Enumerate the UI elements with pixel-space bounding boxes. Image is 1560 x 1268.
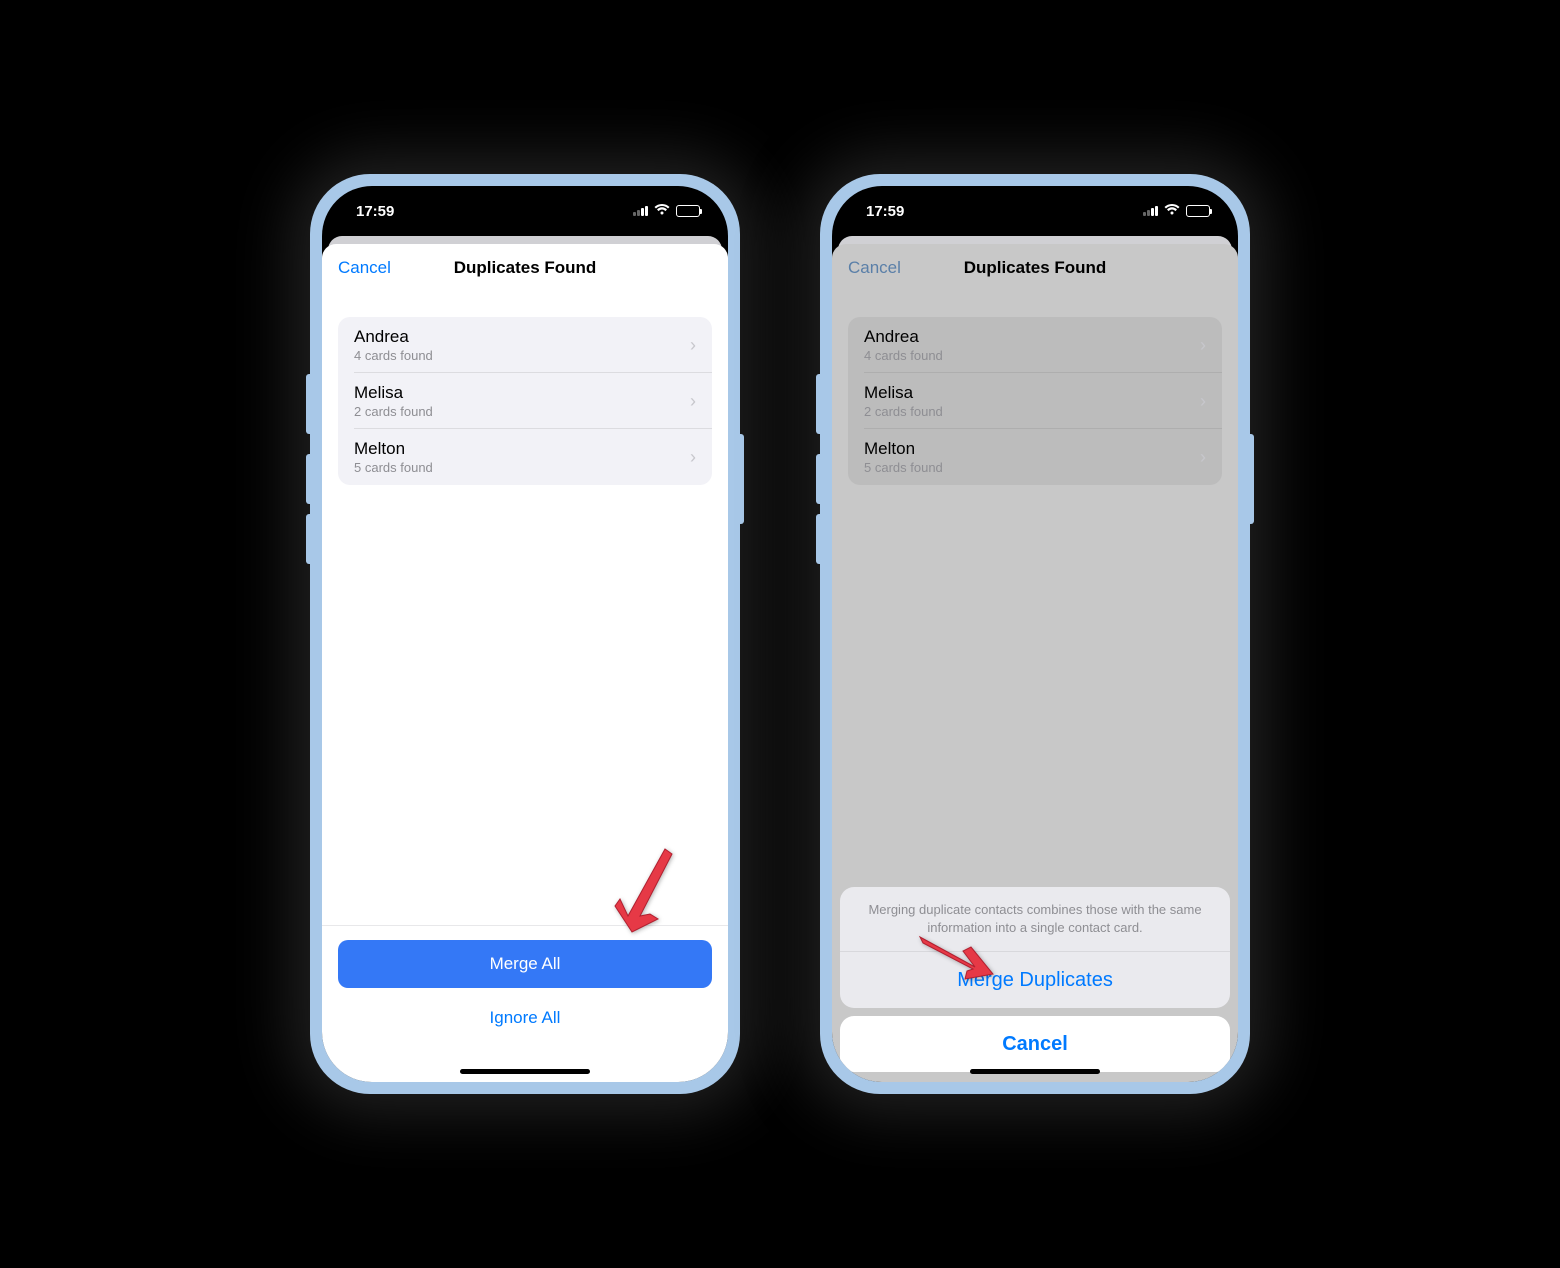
annotation-arrow-icon bbox=[610, 844, 680, 939]
signal-icon bbox=[633, 206, 648, 216]
notch bbox=[960, 186, 1110, 218]
contact-sub: 2 cards found bbox=[354, 404, 433, 419]
wifi-icon bbox=[654, 203, 670, 220]
action-sheet: Merging duplicate contacts combines thos… bbox=[832, 244, 1238, 1082]
action-sheet-message: Merging duplicate contacts combines thos… bbox=[840, 887, 1230, 952]
contact-name: Andrea bbox=[354, 327, 433, 347]
contact-sub: 5 cards found bbox=[354, 460, 433, 475]
list-item[interactable]: Melisa 2 cards found › bbox=[338, 373, 712, 429]
status-time: 17:59 bbox=[356, 203, 394, 220]
nav-bar: Cancel Duplicates Found bbox=[322, 244, 728, 292]
list-item[interactable]: Melton 5 cards found › bbox=[338, 429, 712, 485]
phone-frame-right: 17:59 Cancel Duplicates Found bbox=[820, 174, 1250, 1094]
phone-frame-left: 17:59 Cancel Duplicates Found bbox=[310, 174, 740, 1094]
contact-name: Melton bbox=[354, 439, 433, 459]
chevron-right-icon: › bbox=[690, 335, 696, 356]
duplicates-list: Andrea 4 cards found › Melisa 2 cards fo… bbox=[338, 317, 712, 485]
list-item[interactable]: Andrea 4 cards found › bbox=[338, 317, 712, 373]
merge-duplicates-button[interactable]: Merge Duplicates bbox=[840, 952, 1230, 1008]
notch bbox=[450, 186, 600, 218]
battery-icon bbox=[1186, 205, 1210, 217]
battery-icon bbox=[676, 205, 700, 217]
ignore-all-button[interactable]: Ignore All bbox=[338, 994, 712, 1042]
signal-icon bbox=[1143, 206, 1158, 216]
wifi-icon bbox=[1164, 203, 1180, 220]
merge-all-button[interactable]: Merge All bbox=[338, 940, 712, 988]
chevron-right-icon: › bbox=[690, 447, 696, 468]
cancel-button[interactable]: Cancel bbox=[338, 258, 391, 278]
page-title: Duplicates Found bbox=[454, 258, 597, 278]
home-indicator[interactable] bbox=[460, 1069, 590, 1074]
action-sheet-cancel-button[interactable]: Cancel bbox=[840, 1016, 1230, 1072]
home-indicator[interactable] bbox=[970, 1069, 1100, 1074]
chevron-right-icon: › bbox=[690, 391, 696, 412]
contact-sub: 4 cards found bbox=[354, 348, 433, 363]
status-time: 17:59 bbox=[866, 203, 904, 220]
contact-name: Melisa bbox=[354, 383, 433, 403]
annotation-arrow-icon bbox=[915, 929, 995, 989]
